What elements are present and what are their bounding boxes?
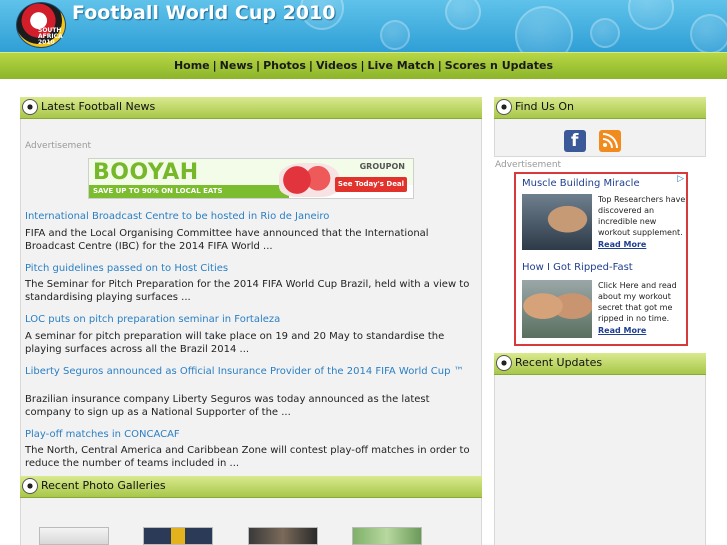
booyah-banner-ad[interactable]: BOOYAH SAVE UP TO 90% ON LOCAL EATS GROU…	[88, 158, 414, 199]
football-pattern-icon	[380, 20, 410, 50]
football-pattern-icon	[628, 0, 674, 30]
nav-separator: |	[437, 59, 442, 72]
ad-text: Top Researchers have discovered an incre…	[598, 195, 686, 237]
nav-separator: |	[256, 59, 261, 72]
nav-link-news[interactable]: News	[220, 59, 253, 72]
news-panel-title: Latest Football News	[41, 100, 156, 113]
nav-link-videos[interactable]: Videos	[316, 59, 358, 72]
site-title[interactable]: Football World Cup 2010	[72, 2, 335, 24]
ad-image-muscle[interactable]	[522, 194, 592, 250]
banner-brand: BOOYAH	[93, 160, 199, 185]
gallery-panel-header: Recent Photo Galleries	[20, 476, 482, 498]
ad-read-more-link[interactable]: Read More	[598, 240, 646, 249]
banner-tagline: SAVE UP TO 90% ON LOCAL EATS	[93, 187, 223, 195]
rss-feed-icon[interactable]	[599, 130, 621, 152]
find-us-panel-header: Find Us On	[494, 97, 706, 119]
logo-text-line: 2010	[38, 39, 55, 46]
advertisement-label: Advertisement	[495, 160, 562, 170]
football-icon	[496, 355, 512, 371]
ad-choices-icon[interactable]: ▷	[677, 174, 684, 184]
ad-read-more-link[interactable]: Read More	[598, 326, 646, 335]
gallery-panel-title: Recent Photo Galleries	[41, 479, 166, 492]
news-title-link[interactable]: Liberty Seguros announced as Official In…	[25, 366, 470, 378]
ad-headline-link[interactable]: Muscle Building Miracle	[522, 178, 640, 189]
recent-updates-panel	[494, 353, 706, 545]
facebook-icon[interactable]: f	[564, 130, 586, 152]
recent-updates-title: Recent Updates	[515, 356, 603, 369]
site-header: SOUTH AFRICA 2010 Football World Cup 201…	[0, 0, 727, 52]
news-description: FIFA and the Local Organising Committee …	[25, 228, 429, 252]
facebook-glyph: f	[571, 131, 579, 151]
nav-links: Home | News | Photos | Videos | Live Match | Score…	[0, 59, 727, 72]
gallery-thumbnail[interactable]	[143, 527, 213, 545]
find-us-title: Find Us On	[515, 100, 574, 113]
advertisement-label: Advertisement	[25, 141, 92, 151]
recent-updates-header: Recent Updates	[494, 353, 706, 375]
football-icon	[22, 99, 38, 115]
news-description: A seminar for pitch preparation will tak…	[25, 331, 445, 355]
gallery-thumbnail[interactable]	[352, 527, 422, 545]
main-nav: Home | News | Photos | Videos | Live Match | Score…	[0, 52, 727, 79]
strawberry-dessert-image	[279, 163, 339, 197]
nav-link-home[interactable]: Home	[174, 59, 210, 72]
sidebar-ad-box[interactable]: ▷ Muscle Building Miracle Top Researcher…	[514, 172, 688, 346]
football-icon	[496, 99, 512, 115]
football-pattern-icon	[590, 18, 620, 48]
news-title-link[interactable]: International Broadcast Centre to be hos…	[25, 211, 329, 222]
news-title-link[interactable]: LOC puts on pitch preparation seminar in…	[25, 314, 280, 325]
logo-text: SOUTH AFRICA 2010	[38, 28, 63, 46]
news-description: Brazilian insurance company Liberty Segu…	[25, 394, 430, 418]
gallery-thumbnail[interactable]	[248, 527, 318, 545]
news-description: The Seminar for Pitch Preparation for th…	[25, 279, 470, 303]
ad-text: Click Here and read about my workout sec…	[598, 281, 677, 323]
news-description: The North, Central America and Caribbean…	[25, 445, 470, 469]
ad-headline-link[interactable]: How I Got Ripped-Fast	[522, 262, 633, 273]
gallery-thumbnail[interactable]	[39, 527, 109, 545]
news-panel-header: Latest Football News	[20, 97, 482, 119]
nav-link-scores-n-updates[interactable]: Scores n Updates	[445, 59, 553, 72]
news-title-link[interactable]: Pitch guidelines passed on to Host Citie…	[25, 263, 228, 274]
rss-dot	[603, 143, 607, 147]
football-icon	[22, 478, 38, 494]
football-pattern-icon	[690, 14, 727, 52]
football-pattern-icon	[445, 0, 481, 30]
nav-separator: |	[360, 59, 365, 72]
nav-separator: |	[212, 59, 217, 72]
nav-link-photos[interactable]: Photos	[263, 59, 306, 72]
nav-link-live-match[interactable]: Live Match	[368, 59, 435, 72]
news-title-link[interactable]: Play-off matches in CONCACAF	[25, 429, 180, 440]
banner-partner: GROUPON	[359, 162, 405, 171]
nav-separator: |	[308, 59, 313, 72]
ad-image-ripped[interactable]	[522, 280, 592, 338]
banner-cta-button[interactable]: See Today's Deal	[335, 177, 407, 192]
football-pattern-icon	[515, 6, 573, 52]
